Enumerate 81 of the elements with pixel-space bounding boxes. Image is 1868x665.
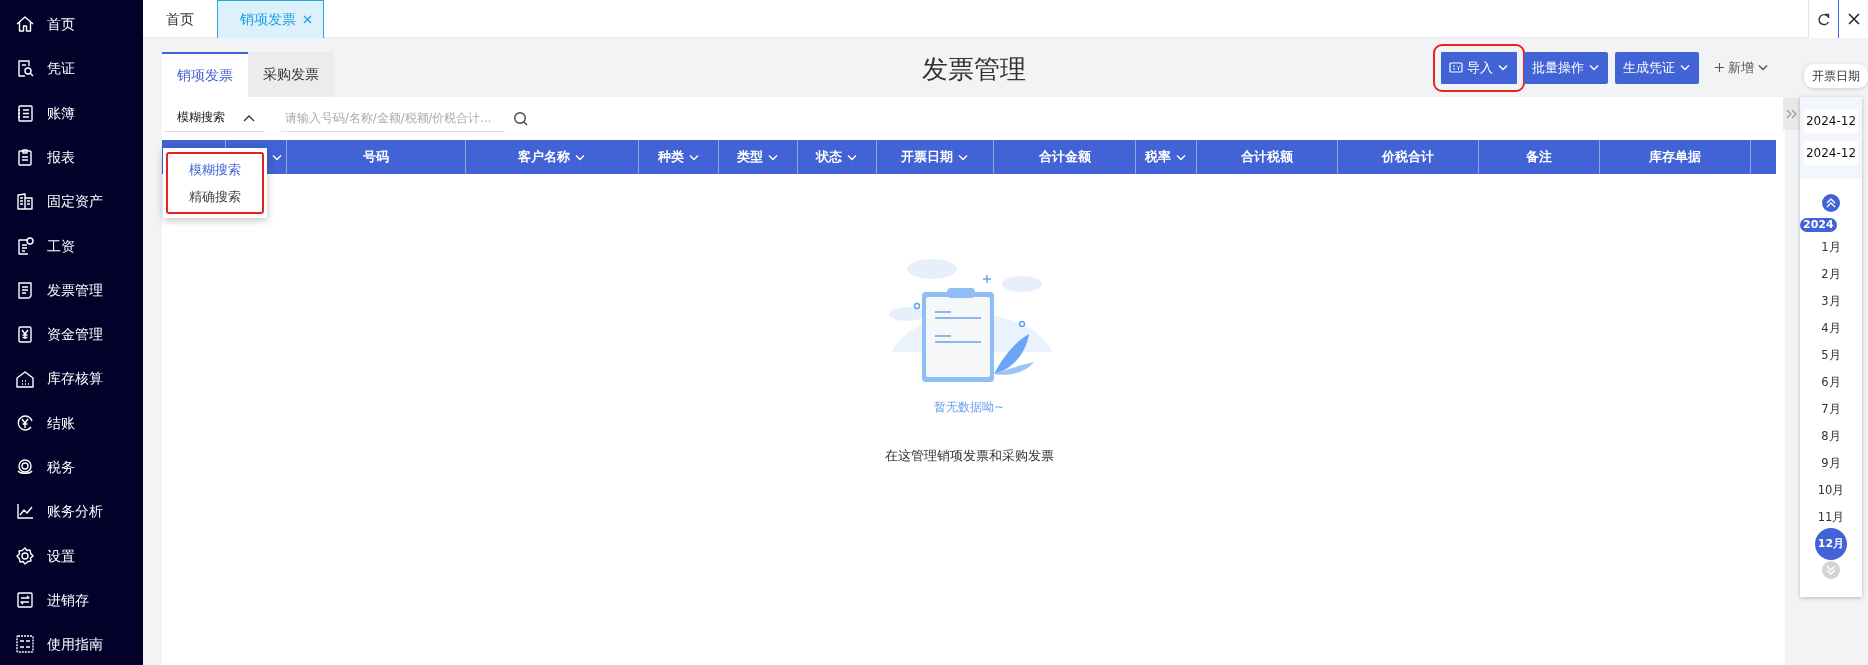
invoice-tab[interactable]: 销项发票: [162, 52, 248, 97]
sidebar-item[interactable]: 账务分析: [0, 489, 143, 534]
sidebar-item[interactable]: 发票管理: [0, 267, 143, 313]
column-header[interactable]: 价税合计: [1338, 140, 1479, 174]
column-header[interactable]: 号码: [287, 140, 466, 174]
double-chevron-icon: [1825, 197, 1837, 209]
plus-icon: [1714, 62, 1725, 73]
ledger-icon: [15, 102, 35, 123]
column-header[interactable]: 库存单据: [1600, 140, 1751, 174]
month-item[interactable]: 6月: [1800, 370, 1862, 394]
month-item[interactable]: 8月: [1800, 424, 1862, 448]
page-tab[interactable]: 首页: [143, 0, 217, 38]
month-item[interactable]: 4月: [1800, 316, 1862, 340]
document-coin-icon: [15, 235, 35, 256]
action-button[interactable]: 生成凭证: [1615, 51, 1699, 84]
tooltip: 开票日期: [1804, 64, 1868, 88]
column-header[interactable]: 备注: [1479, 140, 1600, 174]
action-button[interactable]: 批量操作: [1524, 51, 1608, 84]
month-item[interactable]: 1月: [1800, 235, 1862, 259]
month-item[interactable]: 9月: [1800, 451, 1862, 475]
scroll-up-button[interactable]: [1822, 194, 1840, 212]
sidebar-item[interactable]: 报表: [0, 134, 143, 180]
clipboard-icon: [15, 147, 35, 168]
column-header[interactable]: 税率: [1136, 140, 1197, 174]
invoice-icon: [1449, 61, 1463, 74]
column-header[interactable]: 状态: [798, 140, 877, 174]
chevron-icon: [243, 113, 255, 123]
month-item[interactable]: 3月: [1800, 289, 1862, 313]
month-item[interactable]: 5月: [1800, 343, 1862, 367]
sidebar-item[interactable]: 税务: [0, 444, 143, 490]
close-icon: [1846, 12, 1861, 26]
sidebar-item[interactable]: 首页: [0, 2, 143, 47]
month-item[interactable]: 2月: [1800, 262, 1862, 286]
sidebar-item[interactable]: 进销存: [0, 577, 143, 623]
refresh-button[interactable]: [1808, 0, 1838, 38]
document-search-icon: [15, 58, 35, 79]
sidebar-item[interactable]: 使用指南: [0, 622, 143, 665]
sidebar-item[interactable]: 设置: [0, 533, 143, 578]
yen-icon: [15, 324, 35, 345]
building-icon: [15, 191, 35, 212]
page-title: 发票管理: [921, 53, 1026, 86]
sidebar-item[interactable]: 工资: [0, 223, 143, 268]
month-item[interactable]: 7月: [1800, 397, 1862, 421]
sidebar-item[interactable]: 凭证: [0, 46, 143, 91]
line-chart-icon: [15, 501, 35, 522]
column-header[interactable]: 类型: [719, 140, 798, 174]
close-button[interactable]: [1838, 0, 1868, 38]
month-item[interactable]: 10月: [1800, 478, 1862, 502]
hint-text: 在这管理销项发票和采购发票: [884, 447, 1054, 466]
empty-message: 暂无数据呦~: [934, 399, 1004, 416]
column-header[interactable]: 合计税额: [1197, 140, 1338, 174]
add-button[interactable]: 新增: [1710, 51, 1773, 84]
double-chevron-icon: [1825, 563, 1837, 576]
warehouse-icon: [15, 368, 35, 389]
date-field[interactable]: 2024-12: [1804, 109, 1858, 133]
column-header[interactable]: 种类: [639, 140, 719, 174]
menu-item[interactable]: 精确搜索: [168, 183, 262, 210]
refresh-icon: [1816, 11, 1831, 27]
sidebar-item[interactable]: 固定资产: [0, 179, 143, 224]
import-button[interactable]: 导入: [1441, 51, 1517, 84]
sidebar-item[interactable]: 资金管理: [0, 312, 143, 357]
guide-icon: [15, 634, 35, 655]
sidebar-item[interactable]: 账簿: [0, 90, 143, 135]
column-header[interactable]: 客户名称: [466, 140, 639, 174]
date-field[interactable]: 2024-12: [1804, 141, 1858, 165]
double-chevron-icon: [1786, 109, 1797, 119]
settings-icon: [15, 545, 35, 566]
sidebar-item[interactable]: 结账: [0, 400, 143, 445]
yen-circle-icon: [15, 412, 35, 433]
search-icon: [513, 111, 528, 126]
transfer-icon: [15, 590, 35, 610]
sidebar-item[interactable]: 库存核算: [0, 356, 143, 401]
expand-handle[interactable]: [1783, 98, 1800, 130]
month-item[interactable]: 11月: [1800, 505, 1862, 529]
column-header[interactable]: 合计金额: [994, 140, 1136, 174]
home-icon: [15, 14, 35, 35]
invoice-tab[interactable]: 采购发票: [248, 52, 334, 97]
column-header[interactable]: 开票日期: [877, 140, 994, 174]
menu-item[interactable]: 模糊搜索: [168, 156, 262, 183]
year-badge: 2024: [1800, 218, 1837, 232]
document-icon: [15, 279, 35, 300]
